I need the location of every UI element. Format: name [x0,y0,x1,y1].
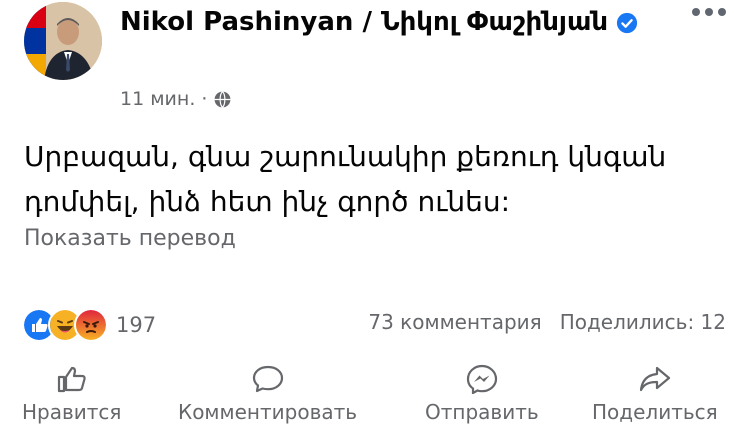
angry-reaction-icon [74,308,108,342]
speech-bubble-icon [252,365,283,393]
comments-count[interactable]: 73 комментария [368,310,541,334]
send-button[interactable]: Отправить [425,364,539,424]
globe-icon[interactable] [213,90,232,109]
comment-button[interactable]: Комментировать [178,364,357,424]
post-timestamp[interactable]: 11 мин. · [120,88,207,110]
more-options-icon[interactable] [692,8,726,16]
thumbs-up-icon [57,366,86,393]
more-dot [705,8,713,16]
post-body: Սրբազան, գնա շարունակիր քեռուդ կնգան դոմ… [24,140,667,218]
post-meta: 11 мин. · [120,88,232,110]
like-button[interactable]: Нравится [22,364,121,424]
share-arrow-icon [639,366,670,392]
share-button[interactable]: Поделиться [592,364,718,424]
more-dot [692,8,700,16]
shares-count[interactable]: Поделились: 12 [560,310,726,334]
reaction-count[interactable]: 197 [116,313,156,337]
send-label: Отправить [425,400,539,424]
share-label: Поделиться [592,400,718,424]
messenger-icon [466,364,497,394]
verified-badge-icon [616,12,638,33]
reaction-summary[interactable]: 197 [22,308,156,342]
action-bar: Нравится Комментировать Отправить Подели… [0,364,750,424]
author-name-text[interactable]: Nikol Pashinyan / Նիկոլ Փաշինյան [120,7,608,37]
author-avatar[interactable] [24,2,102,80]
avatar-photo [24,2,102,80]
like-label: Нравится [22,400,122,424]
author-name[interactable]: Nikol Pashinyan / Նիկոլ Փաշինյան [120,0,660,44]
engagement-stats: 73 комментария Поделились: 12 [368,310,726,334]
more-dot [718,8,726,16]
comment-label: Комментировать [178,400,358,424]
show-translation-link[interactable]: Показать перевод [24,226,236,251]
